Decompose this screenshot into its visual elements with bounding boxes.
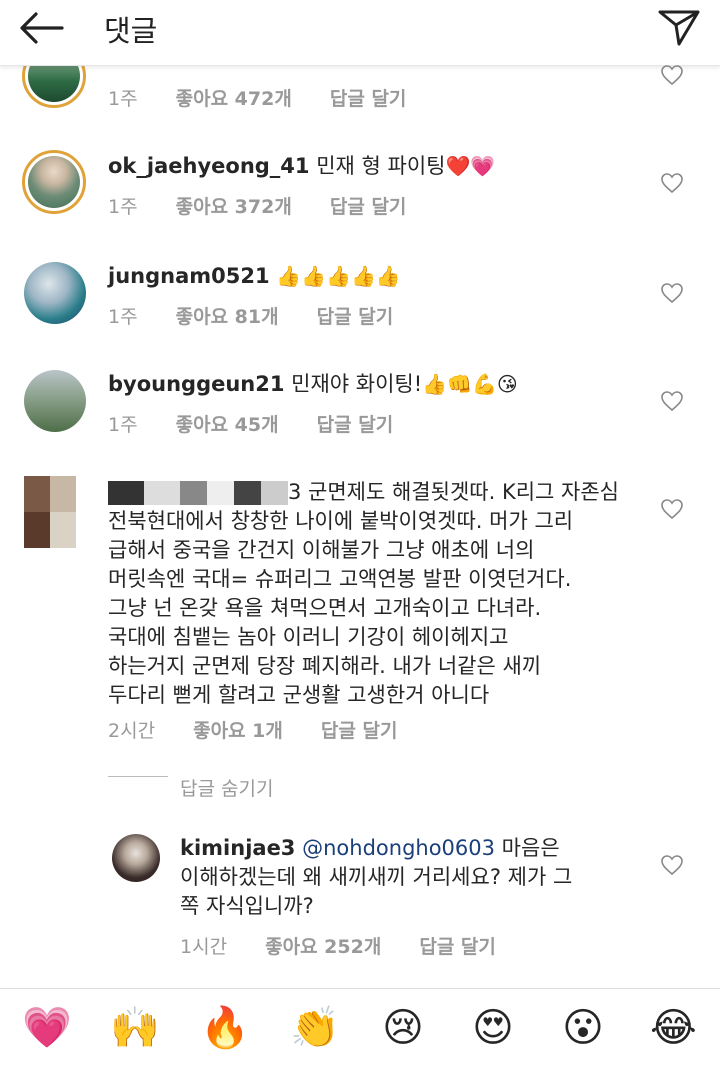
like-heart-icon[interactable]: [660, 390, 684, 412]
reply-body-line: 이해하겠는데 왜 새끼새끼 거리세요? 제가 그: [180, 865, 573, 889]
comment-age: 2시간: [108, 720, 156, 742]
emoji-quick-bar: 💗 🙌 🔥 👏 😢 😍 😮 😂: [0, 988, 720, 1067]
reply-button[interactable]: 답글 달기: [321, 720, 398, 742]
heart-eyes-emoji-icon[interactable]: 😍: [470, 1005, 516, 1051]
comment-age: 1주: [108, 196, 138, 218]
reply-meta: 1시간 좋아요 252개 답글 달기: [180, 932, 528, 959]
like-count[interactable]: 좋아요 372개: [176, 196, 292, 218]
back-arrow-icon[interactable]: [18, 10, 66, 46]
heart-emoji-icon: ❤️💗: [445, 154, 496, 178]
like-heart-icon[interactable]: [660, 282, 684, 304]
reply-body-line: 마음은: [495, 836, 560, 860]
comment-age: 1주: [108, 306, 138, 328]
like-heart-icon[interactable]: [660, 64, 684, 86]
reply-body-line: 쪽 자식입니까?: [180, 894, 314, 918]
comment-line-0: 3 군면제도 해결됫겟따. K리그 자존심: [108, 478, 648, 507]
thumbs-up-emoji-icon: 👍👊💪😘: [422, 372, 518, 396]
like-count[interactable]: 좋아요 472개: [176, 88, 292, 110]
send-icon[interactable]: [656, 6, 702, 48]
comment-meta: 1주 좋아요 45개 답글 달기: [108, 410, 425, 437]
fire-emoji-icon[interactable]: 🔥: [200, 1005, 250, 1051]
comment-age: 1주: [108, 414, 138, 436]
avatar[interactable]: [24, 262, 86, 324]
mention-link[interactable]: @nohdongho0603: [302, 836, 495, 860]
comment-line-3: 머릿속엔 국대= 슈퍼리그 고액연봉 발판 이엿던거다.: [108, 567, 572, 591]
obscured-username[interactable]: [108, 481, 288, 505]
reply-age: 1시간: [180, 936, 228, 958]
page-title: 댓글: [104, 14, 158, 48]
comment-line-5: 국대에 침뱉는 놈아 이러니 기강이 헤이헤지고: [108, 625, 509, 649]
comment-body: 민재야 화이팅!: [284, 372, 423, 396]
reply-text: kiminjae3 @nohdongho0603 마음은 이해하겠는데 왜 새끼…: [180, 834, 640, 921]
comment-meta: 1주 좋아요 372개 답글 달기: [108, 192, 438, 219]
like-count[interactable]: 좋아요 252개: [265, 936, 381, 958]
reply-button[interactable]: 답글 달기: [419, 936, 496, 958]
comment-username[interactable]: jungnam0521: [108, 264, 270, 288]
like-count[interactable]: 좋아요 81개: [176, 306, 279, 328]
comment-line-1: 전북현대에서 창창한 나이에 붙박이엿겟따. 머가 그리: [108, 509, 574, 533]
comment-meta: 2시간 좋아요 1개 답글 달기: [108, 716, 429, 743]
reply-username[interactable]: kiminjae3: [180, 836, 295, 860]
comment-line-2: 급해서 중국을 간건지 이해불가 그냥 애초에 너의: [108, 538, 535, 562]
thumbs-up-emoji-icon: 👍👍👍👍👍: [276, 264, 401, 288]
reply-button[interactable]: 답글 달기: [317, 306, 394, 328]
comment-meta: 1주 좋아요 81개 답글 달기: [108, 302, 425, 329]
like-heart-icon[interactable]: [660, 854, 684, 876]
surprised-emoji-icon[interactable]: 😮: [560, 1005, 606, 1051]
comment-text: byounggeun21 민재야 화이팅!👍👊💪😘: [108, 370, 648, 399]
comment-username[interactable]: ok_jaehyeong_41: [108, 154, 310, 178]
avatar[interactable]: [22, 150, 86, 214]
like-count[interactable]: 좋아요 1개: [193, 720, 283, 742]
reply-button[interactable]: 답글 달기: [317, 414, 394, 436]
heart-emoji-icon[interactable]: 💗: [22, 1005, 72, 1051]
comment-line-6: 하는거지 군면제 당장 폐지해라. 내가 너같은 새끼: [108, 654, 542, 678]
top-bar: 댓글: [0, 0, 720, 66]
avatar[interactable]: [24, 370, 86, 432]
hide-replies-button[interactable]: 답글 숨기기: [180, 774, 273, 801]
raised-hands-emoji-icon[interactable]: 🙌: [110, 1005, 160, 1051]
comment-age: 1주: [108, 88, 138, 110]
clapping-emoji-icon[interactable]: 👏: [290, 1005, 340, 1051]
avatar-pixelated[interactable]: [24, 476, 76, 548]
comment-line-7: 두다리 뻗게 할려고 군생활 고생한거 아니다: [108, 683, 490, 707]
comment-body: 민재 형 파이팅: [309, 154, 446, 178]
reply-divider: [108, 776, 168, 777]
comment-text: jungnam0521 👍👍👍👍👍: [108, 262, 648, 291]
like-count[interactable]: 좋아요 45개: [176, 414, 279, 436]
like-heart-icon[interactable]: [660, 172, 684, 194]
reply-button[interactable]: 답글 달기: [330, 196, 407, 218]
reply-button[interactable]: 답글 달기: [330, 88, 407, 110]
laughing-emoji-icon[interactable]: 😂: [650, 1005, 697, 1051]
comment-text: 3 군면제도 해결됫겟따. K리그 자존심 전북현대에서 창창한 나이에 붙박이…: [108, 478, 648, 710]
comment-username[interactable]: byounggeun21: [108, 372, 284, 396]
comment-line-4: 그냥 넌 온갖 욕을 쳐먹으면서 고개숙이고 다녀라.: [108, 596, 542, 620]
avatar[interactable]: [112, 834, 160, 882]
comment-text: ok_jaehyeong_41 민재 형 파이팅❤️💗: [108, 152, 648, 181]
like-heart-icon[interactable]: [660, 498, 684, 520]
crying-emoji-icon[interactable]: 😢: [380, 1005, 426, 1051]
comment-meta: 1주 좋아요 472개 답글 달기: [108, 84, 438, 111]
comment-body-line: 3 군면제도 해결됫겟따. K리그 자존심: [288, 480, 619, 504]
